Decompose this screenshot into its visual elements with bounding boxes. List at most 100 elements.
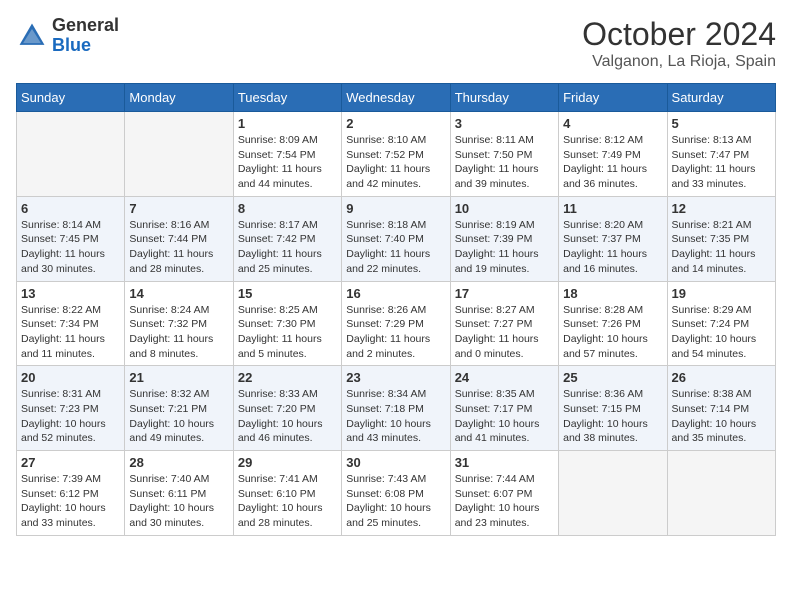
- calendar-cell: 30 Sunrise: 7:43 AMSunset: 6:08 PMDayligh…: [342, 451, 450, 536]
- day-number: 22: [238, 370, 337, 385]
- day-number: 28: [129, 455, 228, 470]
- calendar-cell: 8 Sunrise: 8:17 AMSunset: 7:42 PMDaylight…: [233, 196, 341, 281]
- calendar-cell: 31 Sunrise: 7:44 AMSunset: 6:07 PMDayligh…: [450, 451, 558, 536]
- day-number: 10: [455, 201, 554, 216]
- calendar-cell: 24 Sunrise: 8:35 AMSunset: 7:17 PMDayligh…: [450, 366, 558, 451]
- day-info: Sunrise: 8:13 AMSunset: 7:47 PMDaylight:…: [672, 133, 771, 192]
- day-number: 13: [21, 286, 120, 301]
- calendar-cell: 11 Sunrise: 8:20 AMSunset: 7:37 PMDayligh…: [559, 196, 667, 281]
- calendar-cell: 25 Sunrise: 8:36 AMSunset: 7:15 PMDayligh…: [559, 366, 667, 451]
- day-info: Sunrise: 8:17 AMSunset: 7:42 PMDaylight:…: [238, 218, 337, 277]
- day-number: 15: [238, 286, 337, 301]
- day-number: 1: [238, 116, 337, 131]
- day-info: Sunrise: 7:39 AMSunset: 6:12 PMDaylight:…: [21, 472, 120, 531]
- calendar-cell: 21 Sunrise: 8:32 AMSunset: 7:21 PMDayligh…: [125, 366, 233, 451]
- calendar-week-row: 27 Sunrise: 7:39 AMSunset: 6:12 PMDayligh…: [17, 451, 776, 536]
- day-number: 12: [672, 201, 771, 216]
- day-info: Sunrise: 7:43 AMSunset: 6:08 PMDaylight:…: [346, 472, 445, 531]
- day-info: Sunrise: 8:31 AMSunset: 7:23 PMDaylight:…: [21, 387, 120, 446]
- calendar-cell: 6 Sunrise: 8:14 AMSunset: 7:45 PMDaylight…: [17, 196, 125, 281]
- day-number: 21: [129, 370, 228, 385]
- day-number: 5: [672, 116, 771, 131]
- logo-text: General Blue: [52, 16, 119, 56]
- calendar-cell: 23Sunrise: 8:34 AMSunset: 7:18 PMDayligh…: [342, 366, 450, 451]
- calendar-week-row: 13 Sunrise: 8:22 AMSunset: 7:34 PMDayligh…: [17, 281, 776, 366]
- title-block: October 2024 Valganon, La Rioja, Spain: [582, 16, 776, 71]
- day-info: Sunrise: 8:34 AMSunset: 7:18 PMDaylight:…: [346, 387, 445, 446]
- month-title: October 2024: [582, 16, 776, 53]
- day-info: Sunrise: 8:35 AMSunset: 7:17 PMDaylight:…: [455, 387, 554, 446]
- day-info: Sunrise: 8:20 AMSunset: 7:37 PMDaylight:…: [563, 218, 662, 277]
- calendar-week-row: 6 Sunrise: 8:14 AMSunset: 7:45 PMDaylight…: [17, 196, 776, 281]
- page-header: General Blue October 2024 Valganon, La R…: [16, 16, 776, 71]
- day-info: Sunrise: 8:21 AMSunset: 7:35 PMDaylight:…: [672, 218, 771, 277]
- day-info: Sunrise: 8:26 AMSunset: 7:29 PMDaylight:…: [346, 303, 445, 362]
- calendar-cell: 20 Sunrise: 8:31 AMSunset: 7:23 PMDayligh…: [17, 366, 125, 451]
- day-info: Sunrise: 8:22 AMSunset: 7:34 PMDaylight:…: [21, 303, 120, 362]
- calendar-cell: 28Sunrise: 7:40 AMSunset: 6:11 PMDayligh…: [125, 451, 233, 536]
- day-number: 3: [455, 116, 554, 131]
- calendar-cell: [125, 112, 233, 197]
- day-number: 9: [346, 201, 445, 216]
- calendar-cell: 13 Sunrise: 8:22 AMSunset: 7:34 PMDayligh…: [17, 281, 125, 366]
- day-info: Sunrise: 8:14 AMSunset: 7:45 PMDaylight:…: [21, 218, 120, 277]
- day-number: 24: [455, 370, 554, 385]
- calendar-cell: [667, 451, 775, 536]
- day-info: Sunrise: 8:33 AMSunset: 7:20 PMDaylight:…: [238, 387, 337, 446]
- day-info: Sunrise: 7:44 AMSunset: 6:07 PMDaylight:…: [455, 472, 554, 531]
- day-number: 14: [129, 286, 228, 301]
- calendar-cell: 14Sunrise: 8:24 AMSunset: 7:32 PMDayligh…: [125, 281, 233, 366]
- day-number: 8: [238, 201, 337, 216]
- logo: General Blue: [16, 16, 119, 56]
- day-number: 27: [21, 455, 120, 470]
- day-number: 25: [563, 370, 662, 385]
- calendar-cell: 26Sunrise: 8:38 AMSunset: 7:14 PMDayligh…: [667, 366, 775, 451]
- day-number: 31: [455, 455, 554, 470]
- day-info: Sunrise: 8:18 AMSunset: 7:40 PMDaylight:…: [346, 218, 445, 277]
- day-number: 19: [672, 286, 771, 301]
- day-info: Sunrise: 8:28 AMSunset: 7:26 PMDaylight:…: [563, 303, 662, 362]
- calendar-week-row: 20 Sunrise: 8:31 AMSunset: 7:23 PMDayligh…: [17, 366, 776, 451]
- day-info: Sunrise: 8:29 AMSunset: 7:24 PMDaylight:…: [672, 303, 771, 362]
- calendar-cell: 5 Sunrise: 8:13 AMSunset: 7:47 PMDaylight…: [667, 112, 775, 197]
- day-info: Sunrise: 8:16 AMSunset: 7:44 PMDaylight:…: [129, 218, 228, 277]
- day-number: 11: [563, 201, 662, 216]
- day-info: Sunrise: 8:19 AMSunset: 7:39 PMDaylight:…: [455, 218, 554, 277]
- calendar-cell: 15 Sunrise: 8:25 AMSunset: 7:30 PMDayligh…: [233, 281, 341, 366]
- col-header-friday: Friday: [559, 84, 667, 112]
- calendar-cell: [17, 112, 125, 197]
- logo-icon: [16, 20, 48, 52]
- calendar-cell: 1 Sunrise: 8:09 AMSunset: 7:54 PMDaylight…: [233, 112, 341, 197]
- col-header-monday: Monday: [125, 84, 233, 112]
- day-number: 18: [563, 286, 662, 301]
- day-info: Sunrise: 8:36 AMSunset: 7:15 PMDaylight:…: [563, 387, 662, 446]
- calendar-cell: 3Sunrise: 8:11 AMSunset: 7:50 PMDaylight…: [450, 112, 558, 197]
- calendar-cell: 16 Sunrise: 8:26 AMSunset: 7:29 PMDayligh…: [342, 281, 450, 366]
- calendar-week-row: 1 Sunrise: 8:09 AMSunset: 7:54 PMDaylight…: [17, 112, 776, 197]
- day-number: 30: [346, 455, 445, 470]
- day-info: Sunrise: 8:09 AMSunset: 7:54 PMDaylight:…: [238, 133, 337, 192]
- calendar-cell: 19 Sunrise: 8:29 AMSunset: 7:24 PMDayligh…: [667, 281, 775, 366]
- day-number: 16: [346, 286, 445, 301]
- day-number: 17: [455, 286, 554, 301]
- day-info: Sunrise: 8:27 AMSunset: 7:27 PMDaylight:…: [455, 303, 554, 362]
- calendar-cell: [559, 451, 667, 536]
- day-number: 29: [238, 455, 337, 470]
- col-header-tuesday: Tuesday: [233, 84, 341, 112]
- day-info: Sunrise: 8:25 AMSunset: 7:30 PMDaylight:…: [238, 303, 337, 362]
- calendar-cell: 22 Sunrise: 8:33 AMSunset: 7:20 PMDayligh…: [233, 366, 341, 451]
- day-info: Sunrise: 7:41 AMSunset: 6:10 PMDaylight:…: [238, 472, 337, 531]
- location: Valganon, La Rioja, Spain: [582, 53, 776, 71]
- day-number: 7: [129, 201, 228, 216]
- day-info: Sunrise: 8:32 AMSunset: 7:21 PMDaylight:…: [129, 387, 228, 446]
- day-info: Sunrise: 8:10 AMSunset: 7:52 PMDaylight:…: [346, 133, 445, 192]
- calendar-cell: 4Sunrise: 8:12 AMSunset: 7:49 PMDaylight…: [559, 112, 667, 197]
- day-number: 4: [563, 116, 662, 131]
- calendar-cell: 10 Sunrise: 8:19 AMSunset: 7:39 PMDayligh…: [450, 196, 558, 281]
- day-number: 6: [21, 201, 120, 216]
- calendar-cell: 17 Sunrise: 8:27 AMSunset: 7:27 PMDayligh…: [450, 281, 558, 366]
- calendar-cell: 2Sunrise: 8:10 AMSunset: 7:52 PMDaylight…: [342, 112, 450, 197]
- day-number: 20: [21, 370, 120, 385]
- calendar-table: SundayMondayTuesdayWednesdayThursdayFrid…: [16, 83, 776, 536]
- calendar-cell: 12 Sunrise: 8:21 AMSunset: 7:35 PMDayligh…: [667, 196, 775, 281]
